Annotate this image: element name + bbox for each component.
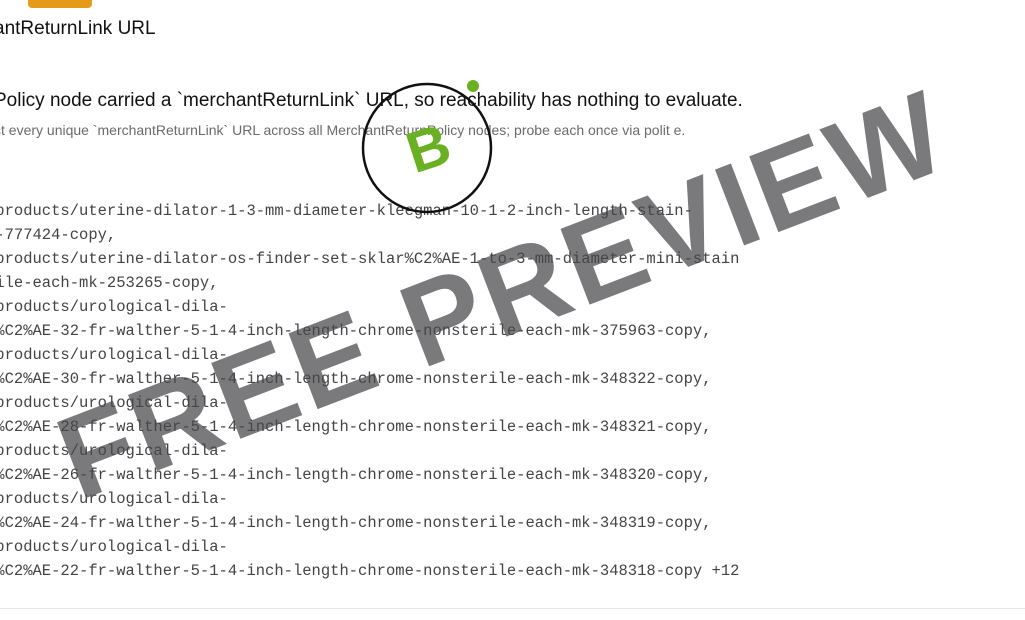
watermark-logo-icon: B bbox=[361, 80, 493, 214]
status-badge bbox=[28, 0, 92, 8]
page: antReturnLink URL Policy node carried a … bbox=[0, 0, 1025, 620]
url-line: /products/urological-dila- bbox=[0, 538, 228, 556]
url-line: r%C2%AE-22-fr-walther-5-1-4-inch-length-… bbox=[0, 562, 740, 580]
divider bbox=[0, 608, 1025, 609]
card-subtitle: antReturnLink URL bbox=[0, 18, 156, 39]
watermark-logo-letter: B bbox=[399, 111, 459, 186]
